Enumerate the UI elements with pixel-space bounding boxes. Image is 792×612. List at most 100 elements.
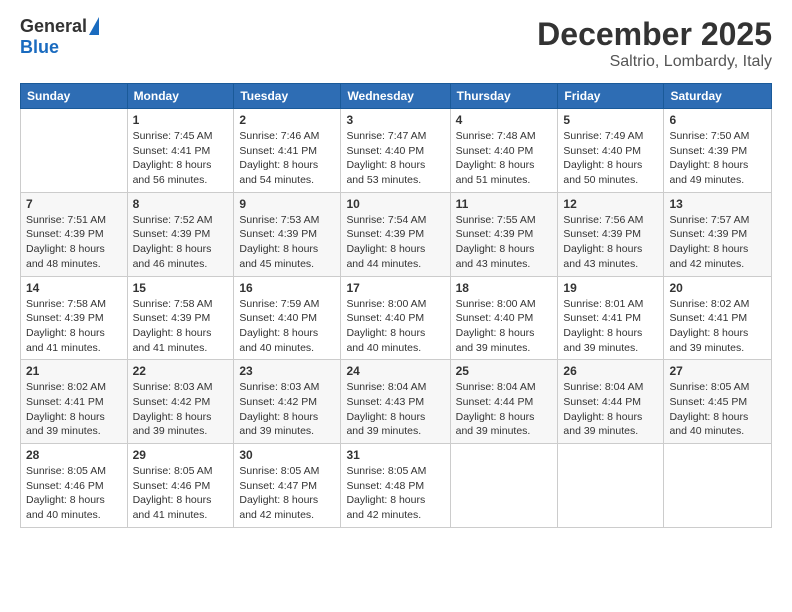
cell-content: Sunrise: 7:53 AM Sunset: 4:39 PM Dayligh… [239, 213, 335, 272]
day-number: 16 [239, 281, 335, 295]
day-number: 5 [563, 113, 658, 127]
calendar-week-row: 28Sunrise: 8:05 AM Sunset: 4:46 PM Dayli… [21, 444, 772, 528]
calendar-cell [21, 109, 128, 193]
day-number: 24 [346, 364, 444, 378]
calendar-cell: 27 Sunrise: 8:05 AM Sunset: 4:45 PM Dayli… [664, 360, 772, 444]
calendar-week-row: 14 Sunrise: 7:58 AM Sunset: 4:39 PM Dayli… [21, 276, 772, 360]
calendar-week-row: 21 Sunrise: 8:02 AM Sunset: 4:41 PM Dayli… [21, 360, 772, 444]
calendar-cell: 9 Sunrise: 7:53 AM Sunset: 4:39 PM Daylig… [234, 192, 341, 276]
cell-content: Sunrise: 7:59 AM Sunset: 4:40 PM Dayligh… [239, 297, 335, 356]
calendar-cell [558, 444, 664, 528]
day-number: 13 [669, 197, 766, 211]
calendar-cell: 7 Sunrise: 7:51 AM Sunset: 4:39 PM Daylig… [21, 192, 128, 276]
cell-content: Sunrise: 8:05 AM Sunset: 4:46 PM Dayligh… [26, 464, 122, 523]
page-container: General Blue December 2025 Saltrio, Lomb… [0, 0, 792, 538]
cell-content: Sunrise: 8:00 AM Sunset: 4:40 PM Dayligh… [346, 297, 444, 356]
page-header: General Blue December 2025 Saltrio, Lomb… [20, 16, 772, 71]
calendar-cell [664, 444, 772, 528]
day-number: 6 [669, 113, 766, 127]
calendar-week-row: 1 Sunrise: 7:45 AM Sunset: 4:41 PM Daylig… [21, 109, 772, 193]
cell-content: Sunrise: 7:54 AM Sunset: 4:39 PM Dayligh… [346, 213, 444, 272]
cell-content: Sunrise: 7:47 AM Sunset: 4:40 PM Dayligh… [346, 129, 444, 188]
calendar-cell: 23 Sunrise: 8:03 AM Sunset: 4:42 PM Dayli… [234, 360, 341, 444]
cell-content: Sunrise: 8:03 AM Sunset: 4:42 PM Dayligh… [133, 380, 229, 439]
cell-content: Sunrise: 8:02 AM Sunset: 4:41 PM Dayligh… [26, 380, 122, 439]
cell-content: Sunrise: 7:48 AM Sunset: 4:40 PM Dayligh… [456, 129, 553, 188]
calendar-cell: 16 Sunrise: 7:59 AM Sunset: 4:40 PM Dayli… [234, 276, 341, 360]
calendar-table: SundayMondayTuesdayWednesdayThursdayFrid… [20, 83, 772, 528]
calendar-cell: 11 Sunrise: 7:55 AM Sunset: 4:39 PM Dayli… [450, 192, 558, 276]
cell-content: Sunrise: 8:04 AM Sunset: 4:44 PM Dayligh… [456, 380, 553, 439]
cell-content: Sunrise: 7:46 AM Sunset: 4:41 PM Dayligh… [239, 129, 335, 188]
day-number: 22 [133, 364, 229, 378]
calendar-cell: 22 Sunrise: 8:03 AM Sunset: 4:42 PM Dayli… [127, 360, 234, 444]
calendar-cell: 29Sunrise: 8:05 AM Sunset: 4:46 PM Dayli… [127, 444, 234, 528]
calendar-cell: 1 Sunrise: 7:45 AM Sunset: 4:41 PM Daylig… [127, 109, 234, 193]
cell-content: Sunrise: 7:52 AM Sunset: 4:39 PM Dayligh… [133, 213, 229, 272]
day-number: 21 [26, 364, 122, 378]
day-number: 8 [133, 197, 229, 211]
day-number: 4 [456, 113, 553, 127]
calendar-cell: 5Sunrise: 7:49 AM Sunset: 4:40 PM Daylig… [558, 109, 664, 193]
calendar-cell: 8 Sunrise: 7:52 AM Sunset: 4:39 PM Daylig… [127, 192, 234, 276]
calendar-week-row: 7 Sunrise: 7:51 AM Sunset: 4:39 PM Daylig… [21, 192, 772, 276]
calendar-cell: 3 Sunrise: 7:47 AM Sunset: 4:40 PM Daylig… [341, 109, 450, 193]
calendar-cell: 18 Sunrise: 8:00 AM Sunset: 4:40 PM Dayli… [450, 276, 558, 360]
day-number: 7 [26, 197, 122, 211]
day-number: 1 [133, 113, 229, 127]
calendar-cell: 24Sunrise: 8:04 AM Sunset: 4:43 PM Dayli… [341, 360, 450, 444]
day-number: 26 [563, 364, 658, 378]
calendar-day-header: Friday [558, 84, 664, 109]
title-block: December 2025 Saltrio, Lombardy, Italy [537, 16, 772, 71]
calendar-cell: 28Sunrise: 8:05 AM Sunset: 4:46 PM Dayli… [21, 444, 128, 528]
calendar-cell: 4 Sunrise: 7:48 AM Sunset: 4:40 PM Daylig… [450, 109, 558, 193]
day-number: 30 [239, 448, 335, 462]
cell-content: Sunrise: 7:45 AM Sunset: 4:41 PM Dayligh… [133, 129, 229, 188]
calendar-day-header: Thursday [450, 84, 558, 109]
day-number: 17 [346, 281, 444, 295]
logo-general-text: General [20, 16, 87, 37]
calendar-cell: 25Sunrise: 8:04 AM Sunset: 4:44 PM Dayli… [450, 360, 558, 444]
cell-content: Sunrise: 7:51 AM Sunset: 4:39 PM Dayligh… [26, 213, 122, 272]
day-number: 31 [346, 448, 444, 462]
calendar-cell: 21 Sunrise: 8:02 AM Sunset: 4:41 PM Dayli… [21, 360, 128, 444]
calendar-day-header: Saturday [664, 84, 772, 109]
cell-content: Sunrise: 8:05 AM Sunset: 4:45 PM Dayligh… [669, 380, 766, 439]
cell-content: Sunrise: 8:01 AM Sunset: 4:41 PM Dayligh… [563, 297, 658, 356]
day-number: 10 [346, 197, 444, 211]
calendar-cell: 13 Sunrise: 7:57 AM Sunset: 4:39 PM Dayli… [664, 192, 772, 276]
day-number: 12 [563, 197, 658, 211]
calendar-cell: 15Sunrise: 7:58 AM Sunset: 4:39 PM Dayli… [127, 276, 234, 360]
cell-content: Sunrise: 7:58 AM Sunset: 4:39 PM Dayligh… [133, 297, 229, 356]
calendar-header-row: SundayMondayTuesdayWednesdayThursdayFrid… [21, 84, 772, 109]
calendar-cell: 17 Sunrise: 8:00 AM Sunset: 4:40 PM Dayli… [341, 276, 450, 360]
calendar-cell: 19Sunrise: 8:01 AM Sunset: 4:41 PM Dayli… [558, 276, 664, 360]
calendar-cell: 20Sunrise: 8:02 AM Sunset: 4:41 PM Dayli… [664, 276, 772, 360]
cell-content: Sunrise: 8:03 AM Sunset: 4:42 PM Dayligh… [239, 380, 335, 439]
day-number: 14 [26, 281, 122, 295]
calendar-cell: 14Sunrise: 7:58 AM Sunset: 4:39 PM Dayli… [21, 276, 128, 360]
calendar-cell: 2 Sunrise: 7:46 AM Sunset: 4:41 PM Daylig… [234, 109, 341, 193]
month-title: December 2025 [537, 16, 772, 53]
day-number: 9 [239, 197, 335, 211]
day-number: 11 [456, 197, 553, 211]
calendar-day-header: Wednesday [341, 84, 450, 109]
calendar-cell: 26Sunrise: 8:04 AM Sunset: 4:44 PM Dayli… [558, 360, 664, 444]
cell-content: Sunrise: 8:02 AM Sunset: 4:41 PM Dayligh… [669, 297, 766, 356]
day-number: 18 [456, 281, 553, 295]
calendar-day-header: Tuesday [234, 84, 341, 109]
calendar-day-header: Sunday [21, 84, 128, 109]
logo: General Blue [20, 16, 99, 58]
cell-content: Sunrise: 8:00 AM Sunset: 4:40 PM Dayligh… [456, 297, 553, 356]
logo-triangle-icon [89, 17, 99, 35]
cell-content: Sunrise: 8:05 AM Sunset: 4:46 PM Dayligh… [133, 464, 229, 523]
calendar-cell: 30Sunrise: 8:05 AM Sunset: 4:47 PM Dayli… [234, 444, 341, 528]
day-number: 23 [239, 364, 335, 378]
calendar-cell: 10 Sunrise: 7:54 AM Sunset: 4:39 PM Dayli… [341, 192, 450, 276]
cell-content: Sunrise: 7:55 AM Sunset: 4:39 PM Dayligh… [456, 213, 553, 272]
cell-content: Sunrise: 7:57 AM Sunset: 4:39 PM Dayligh… [669, 213, 766, 272]
calendar-cell [450, 444, 558, 528]
day-number: 27 [669, 364, 766, 378]
day-number: 3 [346, 113, 444, 127]
day-number: 2 [239, 113, 335, 127]
